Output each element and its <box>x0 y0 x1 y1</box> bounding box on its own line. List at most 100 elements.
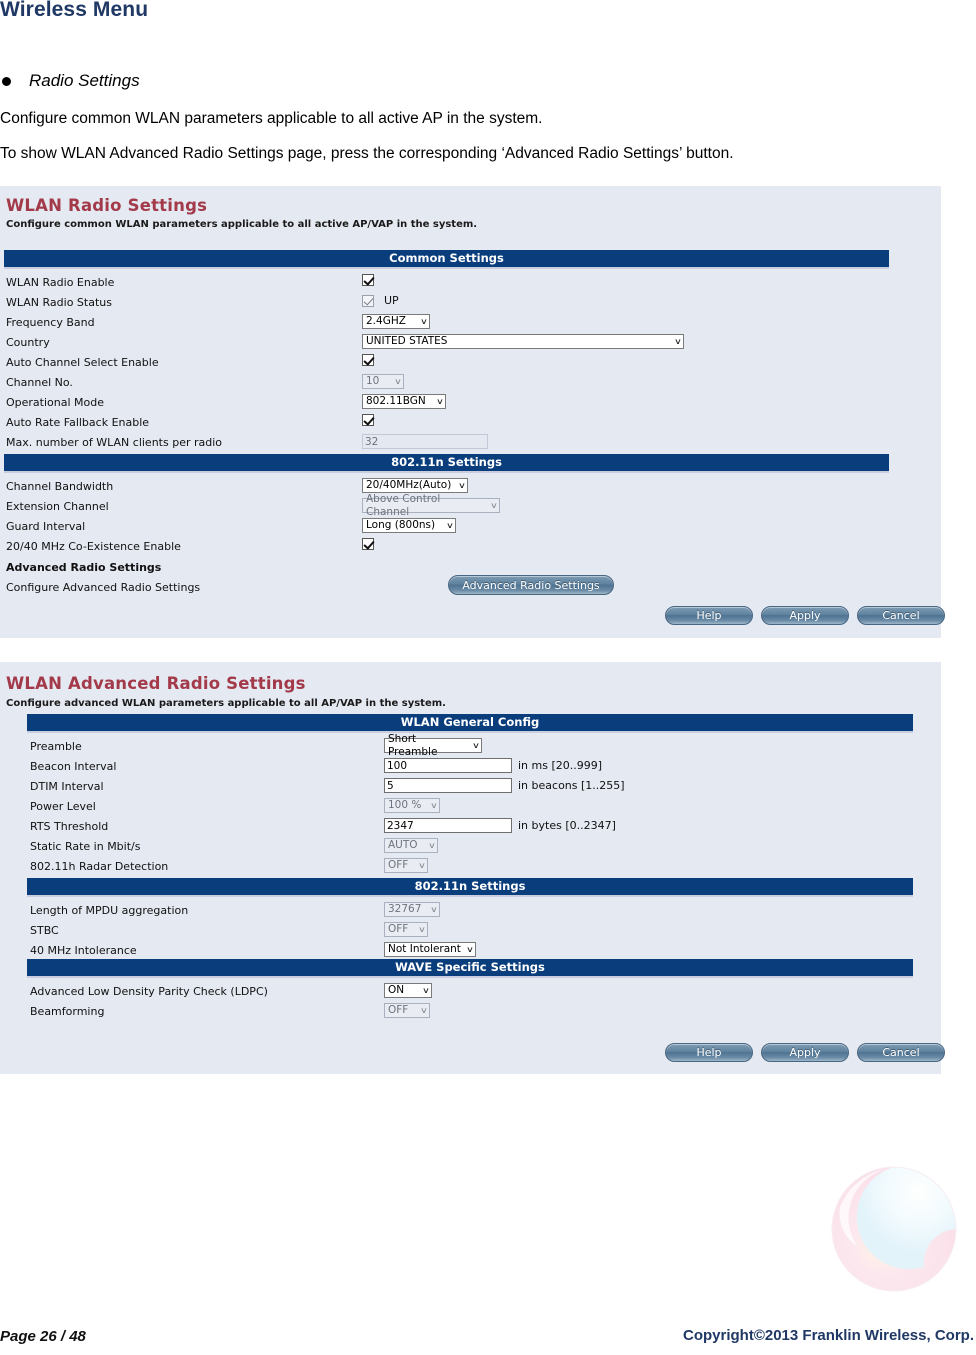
chevron-down-icon: ∨ <box>430 904 439 914</box>
row-frequency-band: Frequency Band <box>6 312 95 332</box>
input-beacon-interval[interactable]: 100 <box>384 758 512 773</box>
control-frequency-band: 2.4GHZ ∨ <box>362 314 430 329</box>
chevron-down-icon: ∨ <box>422 985 431 995</box>
footer-copyright: Copyright©2013 Franklin Wireless, Corp. <box>683 1327 974 1344</box>
label-country: Country <box>6 335 50 349</box>
checkbox-20-40-mhz-co-existence-enable[interactable] <box>362 538 374 550</box>
control-40-mhz-intolerance: Not Intolerant ∨ <box>384 942 476 957</box>
row-power-level: Power Level <box>30 796 96 816</box>
control-20-40-mhz-co-existence-enable <box>362 538 374 550</box>
control-beacon-interval: 100 in ms [20..999] <box>384 758 602 773</box>
chevron-down-icon: ∨ <box>418 924 427 934</box>
label-auto-channel-select-enable: Auto Channel Select Enable <box>6 355 159 369</box>
select-value-power-level: 100 % <box>388 799 422 811</box>
panel-radio-button-bar: Help Apply Cancel <box>665 606 945 625</box>
label-length-of-mpdu-aggregation: Length of MPDU aggregation <box>30 903 189 917</box>
input-rts-threshold[interactable]: 2347 <box>384 818 512 833</box>
page-title: Wireless Menu <box>0 0 149 21</box>
select-length-of-mpdu-aggregation[interactable]: 32767 ∨ <box>384 902 440 917</box>
row-dtim-interval: DTIM Interval <box>30 776 104 796</box>
select-advanced-low-density-parity-check-ldpc[interactable]: ON ∨ <box>384 983 432 998</box>
row-auto-channel-select-enable: Auto Channel Select Enable <box>6 352 159 372</box>
advanced-apply-button[interactable]: Apply <box>761 1043 849 1062</box>
input-dtim-interval[interactable]: 5 <box>384 778 512 793</box>
control-channel-no: 10 ∨ <box>362 374 404 389</box>
select-channel-no[interactable]: 10 ∨ <box>362 374 404 389</box>
section-header-wave-specific-settings: WAVE Specific Settings <box>27 959 913 978</box>
bullet-radio-settings: Radio Settings <box>2 71 140 91</box>
chevron-down-icon: ∨ <box>420 316 429 326</box>
checkbox-wlan-radio-status[interactable] <box>362 294 374 307</box>
select-frequency-band[interactable]: 2.4GHZ ∨ <box>362 314 430 329</box>
label-operational-mode: Operational Mode <box>6 395 105 409</box>
label-40-mhz-intolerance: 40 MHz Intolerance <box>30 943 137 957</box>
chevron-down-icon: ∨ <box>466 944 475 954</box>
input-max-number-of-wlan-clients-per-radio[interactable]: 32 <box>362 434 488 449</box>
select-value-preamble: Short Preamble <box>388 732 438 758</box>
bullet-dot-icon <box>2 76 11 86</box>
wlan-radio-settings-panel: WLAN Radio Settings Configure common WLA… <box>0 186 945 638</box>
checkbox-wlan-radio-enable[interactable] <box>362 274 374 286</box>
checkbox-auto-channel-select-enable[interactable] <box>362 354 374 366</box>
checkbox-suffix-wlan-radio-status: UP <box>384 294 399 307</box>
select-power-level[interactable]: 100 % ∨ <box>384 798 440 813</box>
select-operational-mode[interactable]: 802.11BGN ∨ <box>362 394 446 409</box>
row-channel-bandwidth: Channel Bandwidth <box>6 476 113 496</box>
control-802-11h-radar-detection: OFF ∨ <box>384 858 428 873</box>
radio-apply-button[interactable]: Apply <box>761 606 849 625</box>
section-header-common-settings: Common Settings <box>4 250 889 269</box>
select-value-advanced-low-density-parity-check-ldpc: ON <box>388 984 405 996</box>
chevron-down-icon: ∨ <box>674 336 683 346</box>
section-header-80211n-settings: 802.11n Settings <box>4 454 889 473</box>
advanced-cancel-button[interactable]: Cancel <box>857 1043 945 1062</box>
label-beamforming: Beamforming <box>30 1004 105 1018</box>
hint-rts-threshold: in bytes [0..2347] <box>518 819 616 832</box>
control-auto-rate-fallback-enable <box>362 414 374 426</box>
label-channel-bandwidth: Channel Bandwidth <box>6 479 114 493</box>
panel-advanced-button-bar: Help Apply Cancel <box>665 1043 945 1062</box>
label-preamble: Preamble <box>30 739 82 753</box>
control-guard-interval: Long (800ns) ∨ <box>362 518 456 533</box>
row-beamforming: Beamforming <box>30 1001 104 1021</box>
select-preamble[interactable]: Short Preamble ∨ <box>384 733 482 758</box>
radio-cancel-button[interactable]: Cancel <box>857 606 945 625</box>
select-802-11h-radar-detection[interactable]: OFF ∨ <box>384 858 428 873</box>
radio-help-button[interactable]: Help <box>665 606 753 625</box>
footer-page-number: Page 26 / 48 <box>0 1328 86 1345</box>
advanced-help-button[interactable]: Help <box>665 1043 753 1062</box>
select-value-stbc: OFF <box>388 923 409 935</box>
select-40-mhz-intolerance[interactable]: Not Intolerant ∨ <box>384 942 476 957</box>
select-value-channel-no: 10 <box>366 375 380 387</box>
label-rts-threshold: RTS Threshold <box>30 819 109 833</box>
select-beamforming[interactable]: OFF ∨ <box>384 1003 430 1018</box>
select-guard-interval[interactable]: Long (800ns) ∨ <box>362 518 456 533</box>
chevron-down-icon: ∨ <box>436 396 445 406</box>
advanced-radio-settings-button[interactable]: Advanced Radio Settings <box>448 575 614 595</box>
select-static-rate-in-mbit-s[interactable]: AUTO ∨ <box>384 838 438 853</box>
select-value-channel-bandwidth: 20/40MHz(Auto) <box>366 479 452 491</box>
chevron-down-icon: ∨ <box>394 376 403 386</box>
panel-subtitle-advanced: Configure advanced WLAN parameters appli… <box>6 698 446 709</box>
row-country: Country <box>6 332 50 352</box>
select-stbc[interactable]: OFF ∨ <box>384 922 428 937</box>
row-static-rate-in-mbit-s: Static Rate in Mbit/s <box>30 836 140 856</box>
control-preamble: Short Preamble ∨ <box>384 733 482 758</box>
intro-paragraph-2: To show WLAN Advanced Radio Settings pag… <box>0 145 734 162</box>
control-wlan-radio-enable <box>362 274 374 286</box>
select-channel-bandwidth[interactable]: 20/40MHz(Auto) ∨ <box>362 478 468 493</box>
label-channel-no: Channel No. <box>6 375 73 389</box>
label-guard-interval: Guard Interval <box>6 519 86 533</box>
row-auto-rate-fallback-enable: Auto Rate Fallback Enable <box>6 412 149 432</box>
select-country[interactable]: UNITED STATES ∨ <box>362 334 684 349</box>
checkbox-auto-rate-fallback-enable[interactable] <box>362 414 374 426</box>
control-static-rate-in-mbit-s: AUTO ∨ <box>384 838 438 853</box>
chevron-down-icon: ∨ <box>490 500 499 510</box>
label-wlan-radio-enable: WLAN Radio Enable <box>6 275 115 289</box>
row-40-mhz-intolerance: 40 MHz Intolerance <box>30 940 137 960</box>
label-dtim-interval: DTIM Interval <box>30 779 104 793</box>
section-header-wlan-general-config: WLAN General Config <box>27 714 913 733</box>
control-max-number-of-wlan-clients-per-radio: 32 <box>362 434 488 449</box>
select-extension-channel[interactable]: Above Control Channel ∨ <box>362 493 500 518</box>
bullet-label: Radio Settings <box>29 71 140 90</box>
row-wlan-radio-enable: WLAN Radio Enable <box>6 272 114 292</box>
